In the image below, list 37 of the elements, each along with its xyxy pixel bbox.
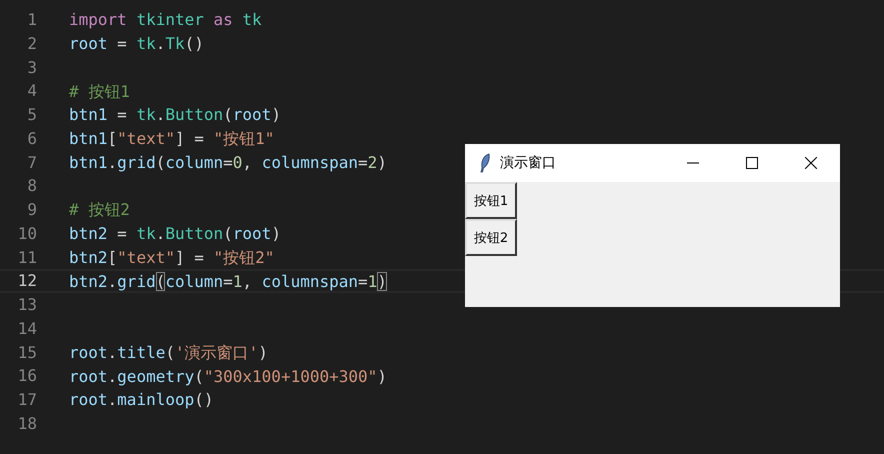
code-line: root.mainloop() bbox=[69, 390, 214, 410]
line-number: 2 bbox=[26, 32, 37, 55]
code-line: btn2.grid(column=1, columnspan=1) bbox=[69, 272, 387, 291]
line-number: 3 bbox=[26, 56, 37, 78]
feather-icon bbox=[479, 153, 491, 173]
code-line: btn2 = tk.Button(root) bbox=[69, 224, 281, 244]
tk-button[interactable]: 按钮2 bbox=[465, 219, 517, 256]
line-number: 1 bbox=[26, 9, 37, 31]
code-line: root.title('演示窗口') bbox=[69, 342, 268, 362]
code-line: btn1.grid(column=0, columnspan=2) bbox=[69, 152, 387, 172]
code-line: btn2["text"] = "按钮2" bbox=[69, 248, 274, 267]
line-number: 18 bbox=[16, 412, 37, 435]
code-line: # 按钮2 bbox=[69, 200, 130, 220]
code-line: import tkinter as tk bbox=[69, 10, 262, 30]
line-number: 9 bbox=[26, 199, 37, 221]
line-number: 4 bbox=[26, 80, 37, 102]
line-number: 10 bbox=[16, 222, 37, 245]
code-line: btn1 = tk.Button(root) bbox=[69, 105, 281, 124]
code-line: # 按钮1 bbox=[69, 82, 130, 101]
line-number: 6 bbox=[26, 128, 37, 150]
line-number: 16 bbox=[16, 365, 37, 388]
line-number: 11 bbox=[16, 246, 37, 268]
line-number: 8 bbox=[26, 175, 37, 198]
line-number: 15 bbox=[16, 342, 37, 364]
code-line: root = tk.Tk() bbox=[69, 34, 204, 54]
code-line: btn1["text"] = "按钮1" bbox=[69, 129, 274, 148]
window-title: 演示窗口 bbox=[500, 154, 556, 172]
line-number: 7 bbox=[26, 152, 37, 174]
line-number: 5 bbox=[26, 104, 37, 126]
line-number: 17 bbox=[16, 389, 37, 411]
line-number: 13 bbox=[16, 294, 37, 316]
maximize-icon bbox=[746, 157, 758, 169]
line-number: 12 bbox=[16, 270, 37, 292]
tk-button[interactable]: 按钮1 bbox=[465, 182, 517, 219]
line-number: 14 bbox=[16, 318, 37, 340]
close-icon bbox=[804, 157, 816, 169]
code-line: root.geometry("300x100+1000+300") bbox=[69, 366, 387, 386]
